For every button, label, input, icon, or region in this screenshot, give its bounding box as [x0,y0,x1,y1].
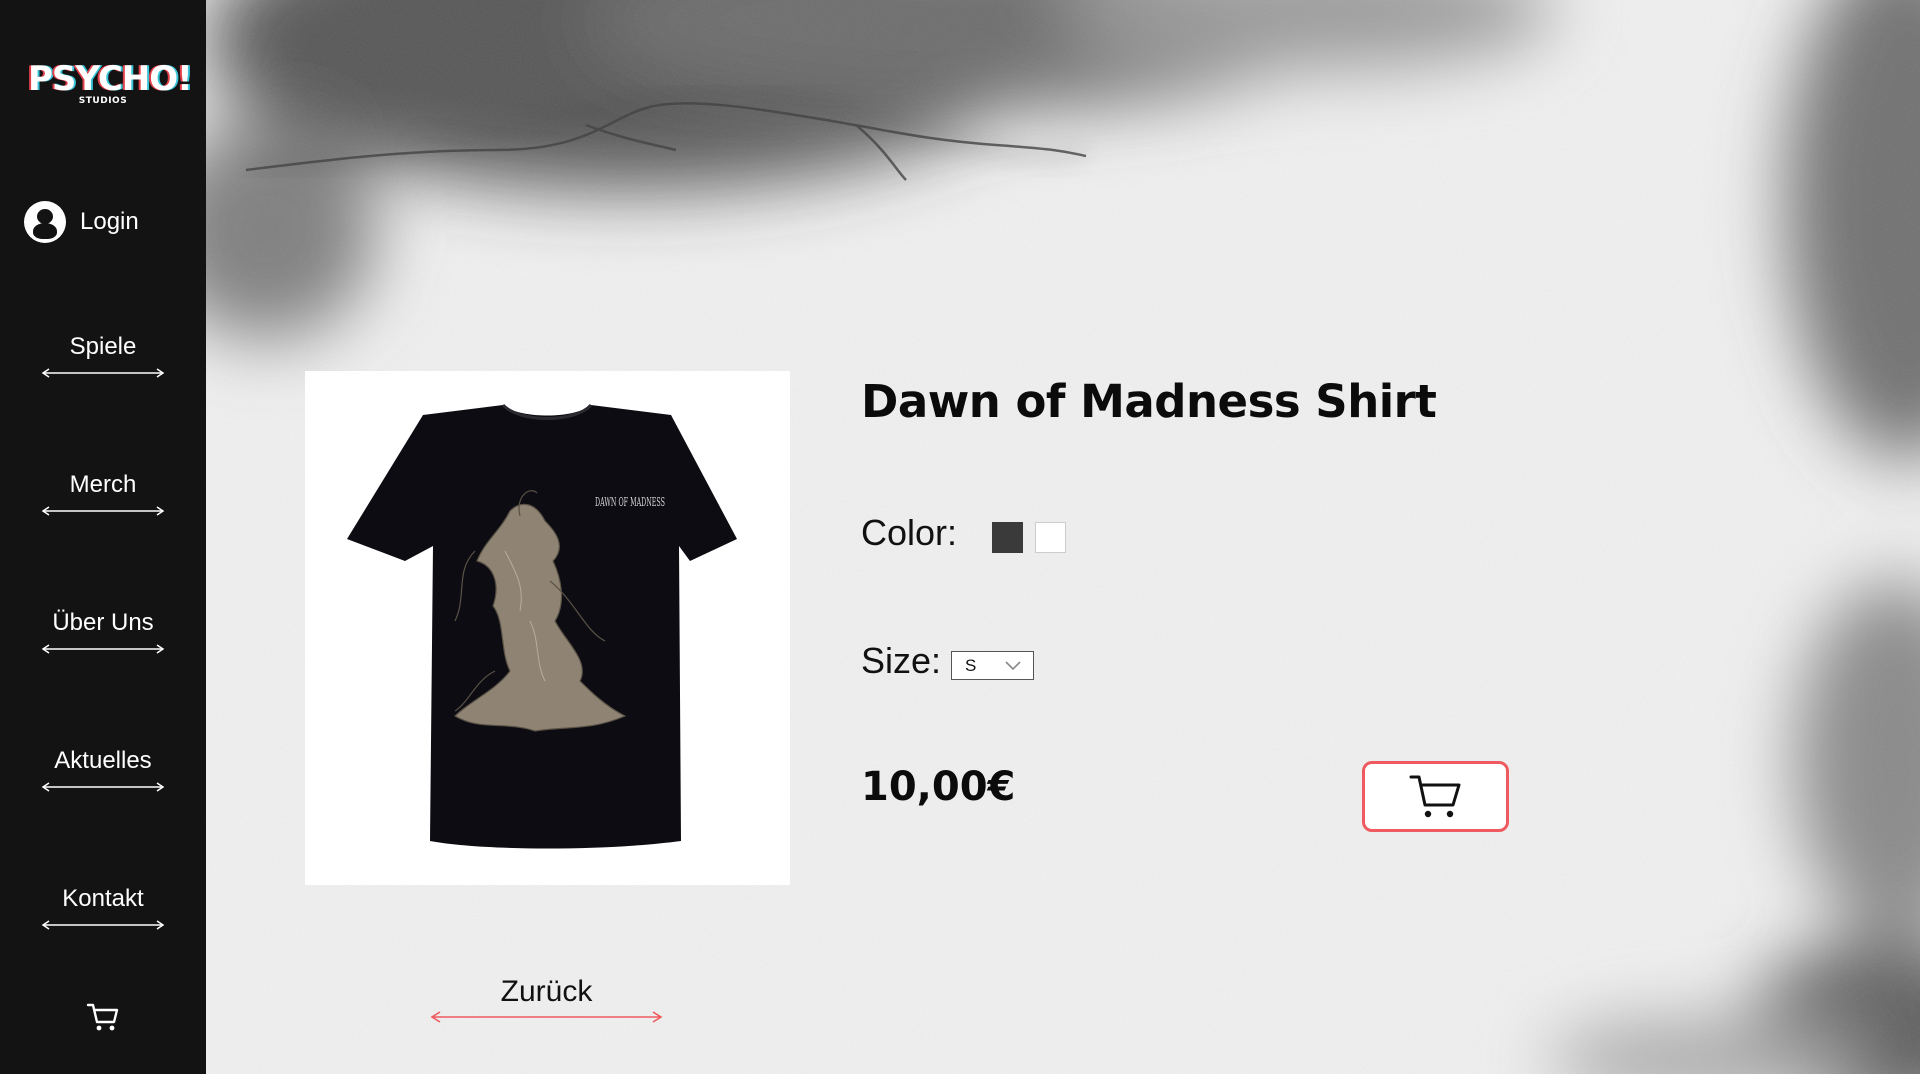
cart-icon [1409,775,1460,817]
size-select[interactable]: S [951,651,1034,680]
nav-label: Über Uns [52,609,154,636]
arrow-underline-icon [41,368,165,378]
back-link[interactable]: Zurück [430,973,663,1023]
chevron-down-icon [1005,661,1021,671]
size-value: S [965,655,977,675]
nav-item-merch[interactable]: Merch [0,468,206,516]
login-button[interactable]: Login [24,201,139,243]
nav-item-ueber-uns[interactable]: Über Uns [0,606,206,654]
color-swatch-white[interactable] [1035,522,1066,553]
arrow-underline-icon [41,644,165,654]
add-to-cart-button[interactable] [1362,761,1509,832]
user-icon [24,201,66,243]
size-label: Size: [861,640,942,681]
nav-label: Merch [69,471,137,498]
nav-label: Kontakt [62,885,144,912]
shirt-print-logo: DAWN OF MADNESS [595,495,665,509]
arrow-underline-icon [41,920,165,930]
cart-icon [86,1003,119,1031]
arrow-underline-icon [430,1011,663,1023]
nav-item-aktuelles[interactable]: Aktuelles [0,744,206,792]
nav-label: Aktuelles [54,747,152,774]
nav-label: Spiele [69,333,137,360]
shirt-print-text: DAWN OF MADNESS [595,495,665,509]
product-image: DAWN OF MADNESS [305,371,790,885]
back-label: Zurück [500,975,593,1008]
arrow-underline-icon [41,782,165,792]
product-title: Dawn of Madness Shirt [861,375,1437,428]
color-label: Color: [861,512,958,553]
login-label: Login [80,208,139,235]
product-price: 10,00€ [861,764,1016,810]
brand-logo[interactable]: PSYCHO! STUDIOS [28,59,193,106]
brand-name: PSYCHO! [28,59,193,99]
sidebar-cart-button[interactable] [86,1000,120,1039]
arrow-underline-icon [41,506,165,516]
sidebar: PSYCHO! STUDIOS Login Spiele Merch Über … [0,0,206,1074]
color-swatch-dark[interactable] [992,522,1023,553]
nav-item-kontakt[interactable]: Kontakt [0,882,206,930]
tshirt-image: DAWN OF MADNESS [347,403,737,849]
nav-item-spiele[interactable]: Spiele [0,330,206,378]
